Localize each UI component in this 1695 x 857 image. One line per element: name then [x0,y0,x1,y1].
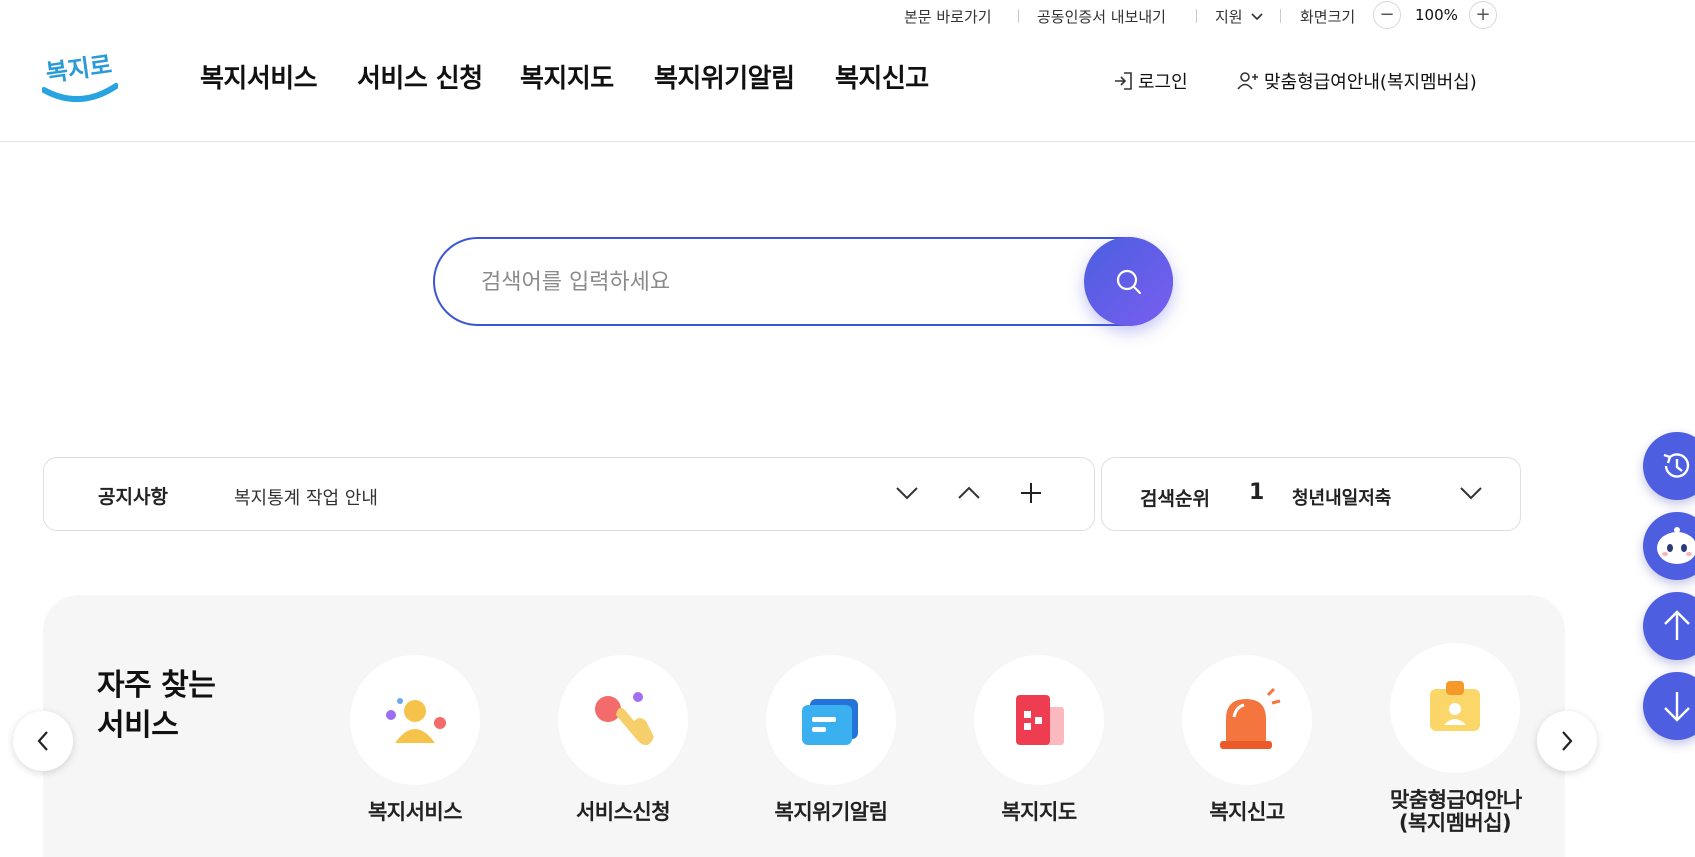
support-dropdown[interactable]: 지원 [1215,6,1263,27]
notice-label: 공지사항 [98,486,168,508]
search-input[interactable] [479,261,1083,303]
skip-to-content-link[interactable]: 본문 바로가기 [904,6,992,27]
chevron-down-icon [1251,13,1263,21]
nav-welfare-crisis-alert[interactable]: 복지위기알림 [654,58,795,95]
zoom-in-button[interactable]: + [1469,1,1497,29]
svg-text:복지로: 복지로 [44,51,114,88]
arrow-down-icon [1664,692,1690,722]
chevron-up-icon [958,486,980,499]
arrow-up-icon [1664,610,1690,640]
membership-link[interactable]: 맞춤형급여안내(복지멤버십) [1236,68,1477,94]
utility-bar: 본문 바로가기 공동인증서 내보내기 지원 화면크기 − 100% + [0,0,1695,32]
nav-welfare-service[interactable]: 복지서비스 [200,58,318,95]
service-label: 서비스신청 [575,800,671,824]
service-welfare-report[interactable]: 복지신고 [1182,655,1312,824]
chevron-down-icon [896,487,918,500]
service-label: 맞춤형급여안나 (복지멤버십) [1390,788,1522,835]
zoom-value: 100% [1415,6,1458,24]
title-line: 자주 찾는 [97,668,216,703]
divider [1280,9,1281,23]
building-icon [974,655,1104,785]
divider [1196,9,1197,23]
service-label-line: (복지멤버십) [1398,811,1512,835]
user-plus-icon [1237,72,1258,90]
service-welfare-map[interactable]: 복지지도 [974,655,1104,824]
service-label-line: 맞춤형급여안나 [1390,788,1522,812]
history-icon [1663,453,1690,478]
search-button[interactable] [1084,237,1173,326]
zoom-out-button[interactable]: − [1373,1,1401,29]
service-crisis-alert[interactable]: 복지위기알림 [766,655,896,824]
divider [1018,9,1019,23]
support-label: 지원 [1215,8,1243,26]
message-icon [766,655,896,785]
search-box [433,237,1173,326]
chatbot-button[interactable] [1643,512,1695,580]
service-welfare-service[interactable]: 복지서비스 [350,655,480,824]
ranking-number: 1 [1249,480,1265,505]
scroll-bottom-button[interactable] [1643,672,1695,740]
nav-service-apply[interactable]: 서비스 신청 [357,58,483,95]
membership-label: 맞춤형급여안내(복지멤버십) [1264,72,1477,93]
notice-prev-button[interactable] [954,478,984,508]
screen-size-label: 화면크기 [1300,8,1356,26]
notice-box: 공지사항 복지통계 작업 안내 [43,457,1095,531]
siren-icon [1182,655,1312,785]
scroll-top-button[interactable] [1643,592,1695,660]
notice-more-button[interactable] [1016,478,1046,508]
chatbot-icon [1657,527,1695,564]
site-logo[interactable]: 복지로 [41,44,119,108]
header-divider [0,141,1695,142]
carousel-next-button[interactable] [1537,711,1597,771]
service-label: 복지서비스 [367,800,463,824]
chevron-down-icon [1460,487,1482,500]
service-membership[interactable]: 맞춤형급여안나 (복지멤버십) [1390,643,1522,835]
carousel-prev-button[interactable] [13,711,73,771]
login-icon [1115,72,1132,90]
notice-text[interactable]: 복지통계 작업 안내 [234,484,378,510]
service-apply[interactable]: 서비스신청 [558,655,688,824]
logo-mark: 복지로 [41,51,119,103]
chevron-right-icon [1562,731,1573,751]
ranking-expand-button[interactable] [1456,478,1486,508]
cert-export-link[interactable]: 공동인증서 내보내기 [1037,6,1166,27]
service-label: 복지지도 [1001,800,1077,824]
nav-welfare-map[interactable]: 복지지도 [520,58,614,95]
search-icon [1116,269,1141,294]
service-label: 복지신고 [1209,800,1285,824]
login-link[interactable]: 로그인 [1112,68,1188,94]
ranking-label: 검색순위 [1140,488,1210,510]
frequent-services-title: 자주 찾는 서비스 [97,666,216,746]
search-ranking-box: 검색순위 1 청년내일저축 [1101,457,1521,531]
title-line: 서비스 [97,708,179,743]
recent-history-button[interactable] [1643,432,1695,500]
nav-welfare-report[interactable]: 복지신고 [835,58,929,95]
login-label: 로그인 [1138,72,1188,93]
plus-icon [1021,483,1041,503]
people-icon [350,655,480,785]
ranking-keyword[interactable]: 청년내일저축 [1292,484,1392,510]
id-badge-icon [1390,643,1520,773]
chevron-left-icon [37,731,48,751]
hand-tap-icon [558,655,688,785]
service-label: 복지위기알림 [774,800,888,824]
notice-next-button[interactable] [892,478,922,508]
